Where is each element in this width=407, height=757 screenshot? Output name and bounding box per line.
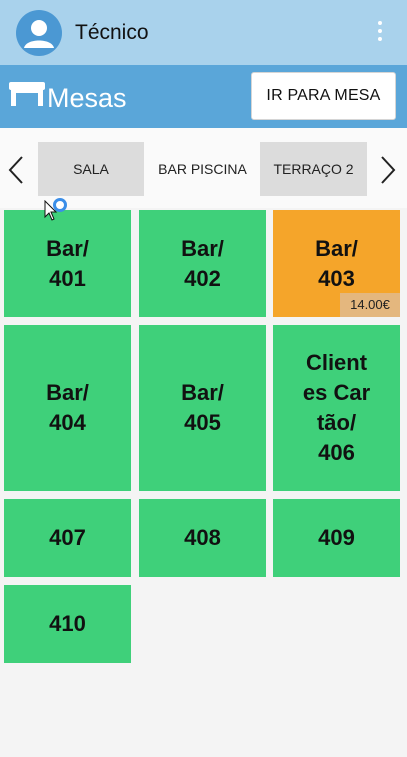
table-label: Bar/ 401 <box>46 235 89 291</box>
tab-terraco-2[interactable]: TERRAÇO 2 <box>260 142 367 196</box>
table-amount: 14.00€ <box>340 293 400 317</box>
table-label: Client es Car tão/ 406 <box>302 350 371 465</box>
table-tile[interactable]: Bar/ 404 <box>4 325 131 491</box>
table-label: Bar/ 403 <box>315 235 358 291</box>
table-label: Bar/ 402 <box>181 235 224 291</box>
table-tile[interactable]: Bar/ 401 <box>4 210 131 317</box>
chevron-left-icon[interactable] <box>6 155 26 185</box>
table-label: 407 <box>49 525 86 550</box>
chevron-right-icon[interactable] <box>378 155 398 185</box>
page-title: Mesas <box>47 83 127 113</box>
tab-bar-piscina[interactable]: BAR PISCINA <box>149 142 256 196</box>
table-tile[interactable]: Bar/ 402 <box>139 210 266 317</box>
go-to-table-button[interactable]: IR PARA MESA <box>251 72 396 120</box>
table-tile[interactable]: 409 <box>273 499 400 577</box>
table-tile[interactable]: Client es Car tão/ 406 <box>273 325 400 491</box>
table-label: 408 <box>184 525 221 550</box>
table-tile-occupied[interactable]: Bar/ 403 14.00€ <box>273 210 400 317</box>
table-label: 410 <box>49 611 86 636</box>
tab-sala[interactable]: SALA <box>38 142 144 196</box>
user-avatar-icon[interactable] <box>16 10 62 56</box>
table-label: Bar/ 405 <box>181 380 224 435</box>
table-icon <box>9 82 45 106</box>
table-label: 409 <box>318 525 355 550</box>
table-tile[interactable]: 408 <box>139 499 266 577</box>
table-tile[interactable]: 407 <box>4 499 131 577</box>
touch-indicator <box>53 198 67 212</box>
table-tile[interactable]: 410 <box>4 585 131 663</box>
more-vert-icon[interactable] <box>372 21 388 43</box>
table-label: Bar/ 404 <box>46 380 89 435</box>
user-name: Técnico <box>75 21 149 44</box>
table-tile[interactable]: Bar/ 405 <box>139 325 266 491</box>
